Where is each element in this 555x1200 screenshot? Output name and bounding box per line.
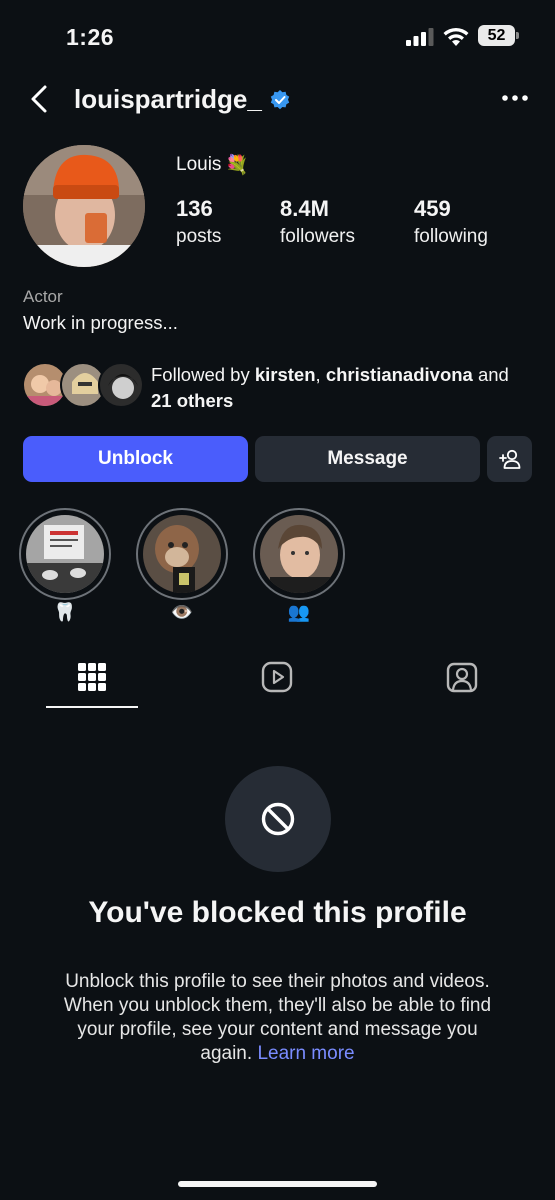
blocked-icon bbox=[261, 802, 295, 836]
username: louispartridge_ bbox=[74, 84, 262, 114]
followed-by-separator: , bbox=[315, 364, 326, 385]
add-user-icon bbox=[498, 449, 520, 469]
story-highlight[interactable] bbox=[253, 508, 345, 600]
story-highlight[interactable] bbox=[19, 508, 111, 600]
profile-bio: Work in progress... bbox=[23, 312, 178, 333]
display-name: Louis 💐 bbox=[176, 153, 249, 177]
home-indicator[interactable] bbox=[178, 1181, 377, 1187]
stat-following[interactable]: 459 following bbox=[414, 196, 488, 248]
grid-icon[interactable] bbox=[75, 660, 109, 694]
more-horizontal-icon[interactable] bbox=[502, 92, 528, 104]
highlight-label: 🦷 bbox=[53, 602, 77, 622]
stat-value: 8.4M bbox=[280, 196, 329, 221]
profile-page: 1:26 52 louispartridge_ Louis 💐 136 post… bbox=[0, 0, 555, 1200]
reels-icon[interactable] bbox=[260, 660, 294, 694]
learn-more-link[interactable]: Learn more bbox=[257, 1043, 354, 1064]
tagged-icon[interactable] bbox=[445, 660, 479, 694]
blocked-badge bbox=[225, 766, 331, 872]
highlight-cover bbox=[260, 515, 338, 593]
highlight-label: 👁️ bbox=[170, 602, 194, 622]
blocked-title: You've blocked this profile bbox=[88, 896, 467, 929]
avatar-photo bbox=[23, 145, 145, 267]
story-highlight[interactable] bbox=[136, 508, 228, 600]
followed-by-text[interactable]: Followed by kirsten, christianadivona an… bbox=[151, 362, 531, 414]
chevron-left-icon[interactable] bbox=[26, 84, 52, 114]
status-time: 1:26 bbox=[66, 24, 115, 50]
highlight-cover bbox=[143, 515, 221, 593]
followed-by-name: christianadivona bbox=[325, 364, 473, 385]
profile-category: Actor bbox=[23, 287, 63, 306]
add-user-button[interactable] bbox=[487, 436, 532, 482]
wifi-icon bbox=[443, 27, 469, 46]
blocked-description: Unblock this profile to see their photos… bbox=[55, 970, 500, 1066]
stat-label: following bbox=[414, 226, 488, 247]
mutual-followers-avatars[interactable] bbox=[22, 362, 144, 410]
battery-cap bbox=[516, 32, 519, 39]
unblock-button[interactable]: Unblock bbox=[23, 436, 248, 482]
highlight-label: 👥 bbox=[287, 602, 311, 622]
active-tab-indicator bbox=[46, 706, 138, 708]
stat-label: posts bbox=[176, 226, 222, 247]
status-bar: 1:26 52 bbox=[0, 0, 555, 70]
bouquet-emoji: 💐 bbox=[225, 155, 250, 176]
cellular-signal-icon bbox=[406, 28, 434, 46]
verified-badge-icon bbox=[270, 89, 290, 109]
highlight-cover bbox=[26, 515, 104, 593]
followed-by-others: 21 others bbox=[151, 390, 234, 411]
message-button[interactable]: Message bbox=[255, 436, 480, 482]
followed-by-prefix: Followed by bbox=[151, 364, 255, 385]
battery-indicator: 52 bbox=[478, 25, 515, 46]
stat-label: followers bbox=[280, 226, 355, 247]
stat-followers[interactable]: 8.4M followers bbox=[280, 196, 355, 248]
username-row: louispartridge_ bbox=[74, 84, 290, 115]
stat-posts[interactable]: 136 posts bbox=[176, 196, 221, 248]
followed-by-name: kirsten bbox=[254, 364, 316, 385]
stat-value: 136 bbox=[176, 196, 213, 221]
followed-by-mid: and bbox=[472, 364, 509, 385]
profile-avatar[interactable] bbox=[23, 145, 145, 267]
stat-value: 459 bbox=[414, 196, 451, 221]
display-name-text: Louis bbox=[176, 154, 222, 175]
mutual-avatar bbox=[98, 362, 144, 408]
